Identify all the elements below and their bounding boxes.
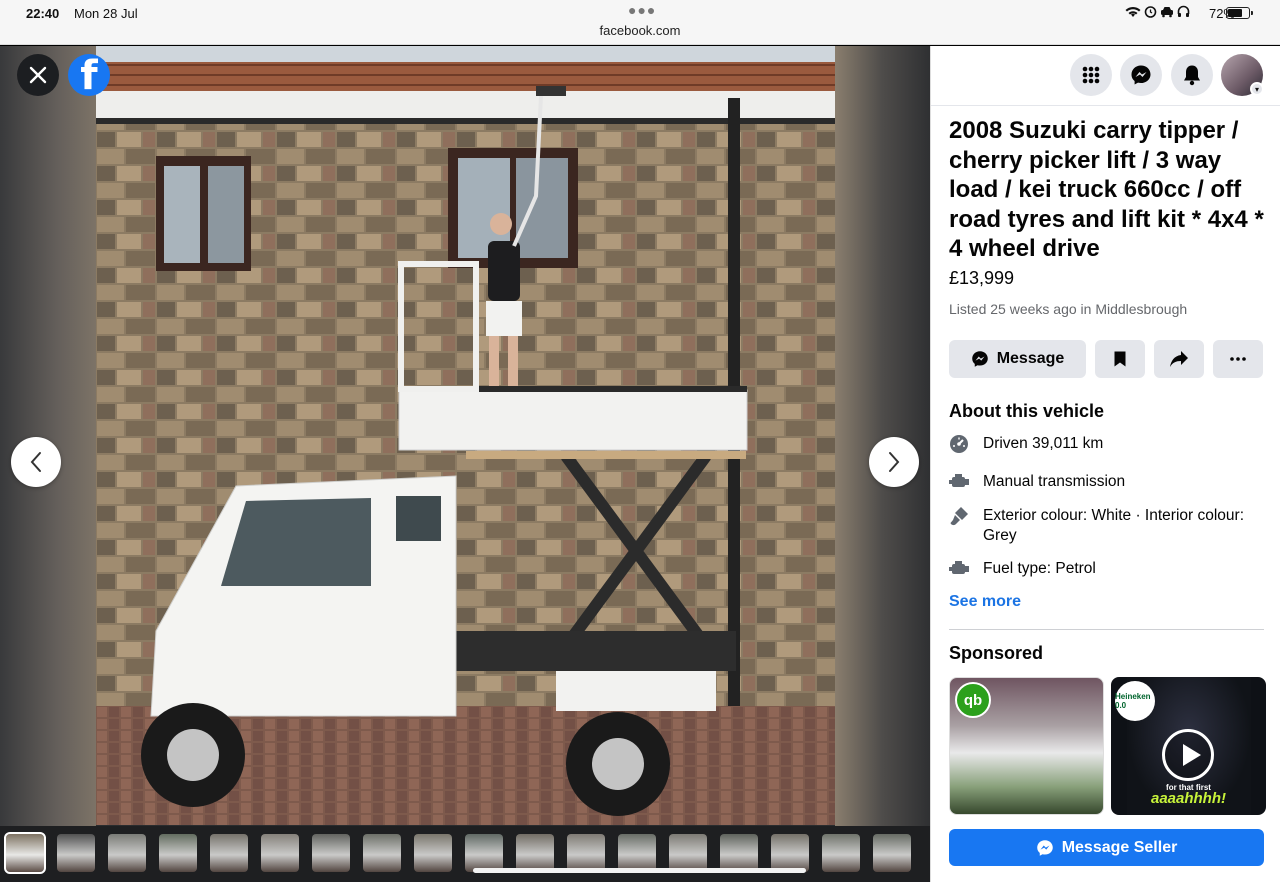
message-button-label: Message [996,350,1065,367]
heineken-logo-icon: Heineken 0.0 [1115,681,1155,721]
listing-photo[interactable] [96,46,835,825]
status-date: Mon 28 Jul [74,6,138,21]
thumbnail[interactable] [210,834,248,872]
thumbnail[interactable] [516,834,554,872]
multitask-dots-icon[interactable]: ●●● [628,2,656,18]
thumbnail[interactable] [873,834,911,872]
grid-menu-icon [1082,66,1100,84]
headphones-icon [1177,5,1190,17]
more-icon [1230,357,1246,361]
more-button[interactable] [1213,340,1263,378]
thumbnail[interactable] [108,834,146,872]
home-indicator[interactable] [473,868,806,873]
thumbnail[interactable] [465,834,503,872]
menu-button[interactable] [1070,54,1112,96]
spec-transmission: Manual transmission [949,472,1269,492]
sponsored-ad-quickbooks[interactable]: qb [949,677,1104,815]
thumbnail[interactable] [4,832,46,874]
messenger-icon [1131,65,1151,85]
listing-actions: Message [949,340,1263,378]
listing-photo-art [96,46,835,825]
status-bar: 22:40 Mon 28 Jul ●●● facebook.com 72% [0,0,1280,45]
chevron-right-icon [889,452,900,472]
paint-icon [949,506,969,526]
facebook-logo-icon[interactable]: f [68,54,110,96]
blurred-backdrop-right [835,46,930,826]
thumbnail[interactable] [363,834,401,872]
thumbnail[interactable] [57,834,95,872]
sponsored-ad-heineken[interactable]: Heineken 0.0 for that first aaaahhhh! [1111,677,1266,815]
chevron-left-icon [30,452,41,472]
thumbnail[interactable] [261,834,299,872]
message-seller-button[interactable]: Message Seller [949,829,1264,866]
divider [949,629,1264,630]
spec-colour: Exterior colour: White · Interior colour… [949,506,1269,546]
thumbnail-strip [0,826,930,882]
battery-level [1228,9,1242,17]
chevron-down-icon[interactable]: ▾ [1250,82,1264,96]
previous-photo-button[interactable] [11,437,61,487]
status-time: 22:40 [26,6,60,21]
wifi-icon [1125,6,1141,17]
listing-meta: Listed 25 weeks ago in Middlesbrough [949,301,1188,317]
listing-details-panel: ▾ 2008 Suzuki carry tipper / cherry pick… [930,46,1280,882]
play-icon[interactable] [1162,729,1214,781]
ad-headline: aaaahhhh! [1150,790,1226,807]
share-icon [1170,351,1188,367]
thumbnail[interactable] [414,834,452,872]
messenger-button[interactable] [1120,54,1162,96]
bookmark-icon [1114,351,1126,367]
thumbnail[interactable] [720,834,758,872]
photo-viewer: f [0,46,930,882]
message-button[interactable]: Message [949,340,1086,378]
listing-price: £13,999 [949,268,1015,288]
next-photo-button[interactable] [869,437,919,487]
notifications-button[interactable] [1171,54,1213,96]
engine-icon [949,472,969,492]
about-heading: About this vehicle [949,401,1105,421]
spec-mileage: Driven 39,011 km [949,434,1269,454]
thumbnail[interactable] [771,834,809,872]
close-icon [29,66,47,84]
spec-text: Manual transmission [983,473,1126,490]
thumbnail[interactable] [312,834,350,872]
address-url[interactable]: facebook.com [0,23,1280,38]
close-button[interactable] [17,54,59,96]
panel-header: ▾ [931,46,1280,106]
thumbnail[interactable] [159,834,197,872]
car-icon [1161,6,1173,17]
thumbnail[interactable] [822,834,860,872]
quickbooks-logo-icon: qb [955,682,991,718]
save-button[interactable] [1095,340,1145,378]
alarm-icon [1144,6,1157,18]
blurred-backdrop-left [0,46,96,826]
messenger-icon [971,351,988,367]
messenger-icon [1036,839,1053,856]
spec-text: Driven 39,011 km [983,435,1104,452]
thumbnail[interactable] [567,834,605,872]
spec-text: Exterior colour: White · Interior colour… [983,507,1245,544]
sponsored-heading: Sponsored [949,643,1044,663]
fuel-icon [949,559,969,579]
see-more-link[interactable]: See more [949,593,1021,611]
thumbnail[interactable] [669,834,707,872]
spec-fuel: Fuel type: Petrol [949,559,1269,579]
bell-icon [1184,65,1200,86]
battery-icon [1226,7,1253,19]
thumbnail[interactable] [618,834,656,872]
share-button[interactable] [1154,340,1204,378]
status-icons [1125,5,1190,18]
spec-text: Fuel type: Petrol [983,560,1096,577]
speedometer-icon [949,434,969,454]
listing-title: 2008 Suzuki carry tipper / cherry picker… [949,117,1264,262]
message-seller-label: Message Seller [1061,838,1178,856]
